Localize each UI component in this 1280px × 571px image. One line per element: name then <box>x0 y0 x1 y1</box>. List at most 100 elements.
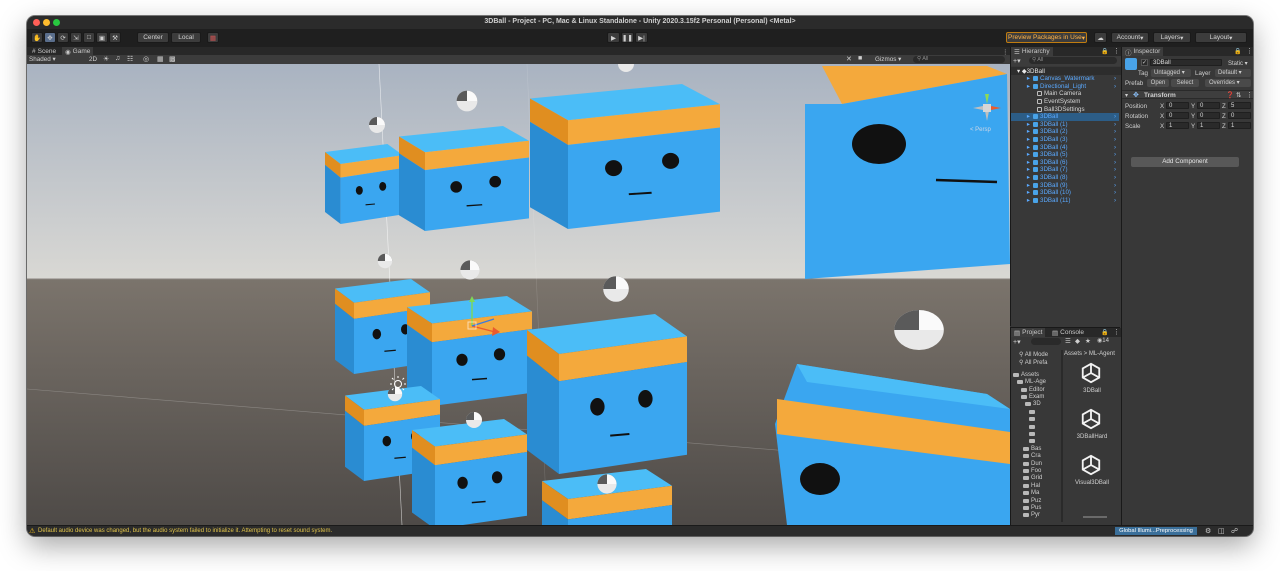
open-prefab-arrow-icon[interactable]: › <box>1114 189 1116 196</box>
tab-project[interactable]: ▤ Project <box>1011 328 1046 337</box>
project-folder-item[interactable] <box>1029 408 1037 416</box>
hierarchy-item[interactable]: ▸ Directional_Light › <box>1011 83 1119 91</box>
cache-server-icon[interactable]: ◫ <box>1218 527 1225 535</box>
transform-x-field[interactable]: 0 <box>1166 102 1189 109</box>
gizmos-dropdown[interactable]: Gizmos <box>875 56 901 63</box>
auto-generate-lighting-icon[interactable]: ⚙ <box>1205 527 1211 535</box>
hierarchy-item[interactable]: ▸ 3DBall (10) › <box>1011 189 1119 197</box>
inspector-menu-icon[interactable]: ⋮ <box>1246 47 1253 55</box>
project-folder-item[interactable]: Hal <box>1023 482 1040 490</box>
grid-snap-icon[interactable]: ▦ <box>207 32 219 43</box>
active-checkbox[interactable]: ✓ <box>1141 59 1148 66</box>
lighting-toggle-icon[interactable]: ☀ <box>103 55 109 63</box>
unity-prefab-icon[interactable] <box>1080 454 1102 476</box>
open-prefab-arrow-icon[interactable]: › <box>1114 128 1116 135</box>
axis-y-label[interactable]: Y <box>1191 103 1195 110</box>
search-by-label-icon[interactable]: ◆ <box>1075 337 1080 345</box>
project-folder-item[interactable]: Assets <box>1013 371 1039 379</box>
unity-prefab-icon[interactable] <box>1080 408 1102 430</box>
prefab-open-button[interactable]: Open <box>1147 79 1169 87</box>
axis-x-label[interactable]: X <box>1160 113 1164 120</box>
axis-x-label[interactable]: X <box>1160 123 1164 130</box>
axis-z-label[interactable]: Z <box>1222 113 1226 120</box>
hierarchy-item[interactable]: ▸ 3DBall (6) › <box>1011 159 1119 167</box>
project-folder-item[interactable]: Exam <box>1021 393 1044 401</box>
object-name-field[interactable]: 3DBall <box>1150 59 1222 66</box>
create-asset-button[interactable]: +▾ <box>1013 338 1021 346</box>
filter-all-models[interactable]: ⚲ All Mode <box>1019 351 1048 358</box>
hierarchy-item[interactable]: ▸ 3DBall › <box>1011 113 1119 121</box>
project-search-input[interactable] <box>1031 338 1061 345</box>
cloud-icon[interactable]: ☁ <box>1094 32 1107 43</box>
component-menu-icon[interactable]: ⋮ <box>1246 91 1253 99</box>
scene-search-input[interactable]: ⚲ All <box>913 56 1005 63</box>
static-dropdown[interactable]: Static <box>1228 60 1248 67</box>
tab-inspector[interactable]: ⓘ Inspector <box>1122 47 1164 57</box>
status-warning-message[interactable]: Default audio device was changed, but th… <box>38 528 332 534</box>
project-folder-item[interactable] <box>1029 423 1037 431</box>
tools-icon[interactable]: ✕ <box>846 55 852 63</box>
presets-icon[interactable]: ⇅ <box>1236 91 1241 99</box>
project-folder-item[interactable]: Puz <box>1023 497 1041 505</box>
step-button[interactable]: ▶| <box>635 32 648 43</box>
open-prefab-arrow-icon[interactable]: › <box>1114 197 1116 204</box>
filter-all-prefabs[interactable]: ⚲ All Prefa <box>1019 359 1047 366</box>
project-folder-item[interactable]: Cra <box>1023 452 1041 460</box>
space-local-button[interactable]: Local <box>171 32 201 43</box>
project-folder-item[interactable]: Bas <box>1023 445 1041 453</box>
transform-z-field[interactable]: 5 <box>1228 102 1251 109</box>
transform-tool-icon[interactable]: ▣ <box>96 32 108 43</box>
tag-dropdown[interactable]: Untagged <box>1151 69 1191 77</box>
open-prefab-arrow-icon[interactable]: › <box>1114 113 1116 120</box>
favorites-star-icon[interactable]: ★ <box>1085 337 1091 345</box>
hierarchy-item[interactable]: ▸ 3DBall (7) › <box>1011 166 1119 174</box>
open-prefab-arrow-icon[interactable]: › <box>1114 121 1116 128</box>
scene-root-row[interactable]: ▾ ◆ 3DBall <box>1011 67 1121 75</box>
transform-y-field[interactable]: 0 <box>1197 112 1220 119</box>
tab-hierarchy[interactable]: ☰ Hierarchy <box>1011 47 1053 56</box>
axis-y-label[interactable]: Y <box>1191 113 1195 120</box>
hierarchy-item[interactable]: ▸ Canvas_Watermark › <box>1011 75 1119 83</box>
hand-tool-icon[interactable]: ✋ <box>31 32 43 43</box>
inspector-lock-icon[interactable]: 🔒 <box>1234 48 1241 55</box>
add-object-button[interactable]: +▾ <box>1013 57 1021 65</box>
asset-label[interactable]: Visual3DBall <box>1062 480 1122 486</box>
hierarchy-item[interactable]: ▸ 3DBall (5) › <box>1011 151 1119 159</box>
project-folder-item[interactable] <box>1029 438 1037 446</box>
transform-header[interactable]: ▾ ✥ Transform ❓ ⇅ ⋮ <box>1122 90 1253 99</box>
account-dropdown[interactable]: Account <box>1111 32 1149 43</box>
gi-progress-bar[interactable]: Global Illumi...Preprocessing <box>1115 527 1197 535</box>
hierarchy-item[interactable]: Main Camera <box>1011 90 1119 98</box>
project-folder-item[interactable]: Dun <box>1023 460 1042 468</box>
rotate-tool-icon[interactable]: ⟳ <box>57 32 69 43</box>
hierarchy-item[interactable]: ▸ 3DBall (2) › <box>1011 128 1119 136</box>
icon-size-slider[interactable] <box>1083 516 1107 518</box>
hierarchy-item[interactable]: Ball3DSettings <box>1011 105 1119 113</box>
transform-z-field[interactable]: 0 <box>1228 112 1251 119</box>
hierarchy-item[interactable]: ▸ 3DBall (3) › <box>1011 136 1119 144</box>
grid-toggle-icon[interactable]: ▦ <box>157 55 164 63</box>
scene-viewport[interactable]: < Persp <box>27 64 1010 525</box>
mode-2d-toggle[interactable]: 2D <box>89 56 97 63</box>
rect-tool-icon[interactable]: □ <box>83 32 95 43</box>
asset-label[interactable]: 3DBallHard <box>1062 434 1122 440</box>
transform-x-field[interactable]: 0 <box>1166 112 1189 119</box>
project-folder-item[interactable]: Pyr <box>1023 512 1040 520</box>
hierarchy-search-input[interactable]: ⚲ All <box>1029 57 1117 64</box>
open-prefab-arrow-icon[interactable]: › <box>1114 144 1116 151</box>
preview-packages-dropdown[interactable]: Preview Packages in Use <box>1006 32 1087 43</box>
project-folder-item[interactable]: ML-Age <box>1017 378 1046 386</box>
hidden-packages-count[interactable]: ◉14 <box>1097 337 1109 344</box>
transform-y-field[interactable]: 0 <box>1197 102 1220 109</box>
tab-console[interactable]: ▤ Console <box>1049 328 1087 337</box>
asset-label[interactable]: 3DBall <box>1062 388 1122 394</box>
project-lock-icon[interactable]: 🔒 <box>1101 329 1108 336</box>
scale-tool-icon[interactable]: ⇲ <box>70 32 82 43</box>
prefab-overrides-dropdown[interactable]: Overrides <box>1205 79 1251 87</box>
render-mode-icon[interactable]: ▩ <box>169 55 176 63</box>
open-prefab-arrow-icon[interactable]: › <box>1114 136 1116 143</box>
pause-button[interactable]: ❚❚ <box>621 32 634 43</box>
prefab-select-button[interactable]: Select <box>1171 79 1199 87</box>
project-folder-item[interactable]: Ma <box>1023 489 1039 497</box>
move-tool-icon[interactable]: ✥ <box>44 32 56 43</box>
